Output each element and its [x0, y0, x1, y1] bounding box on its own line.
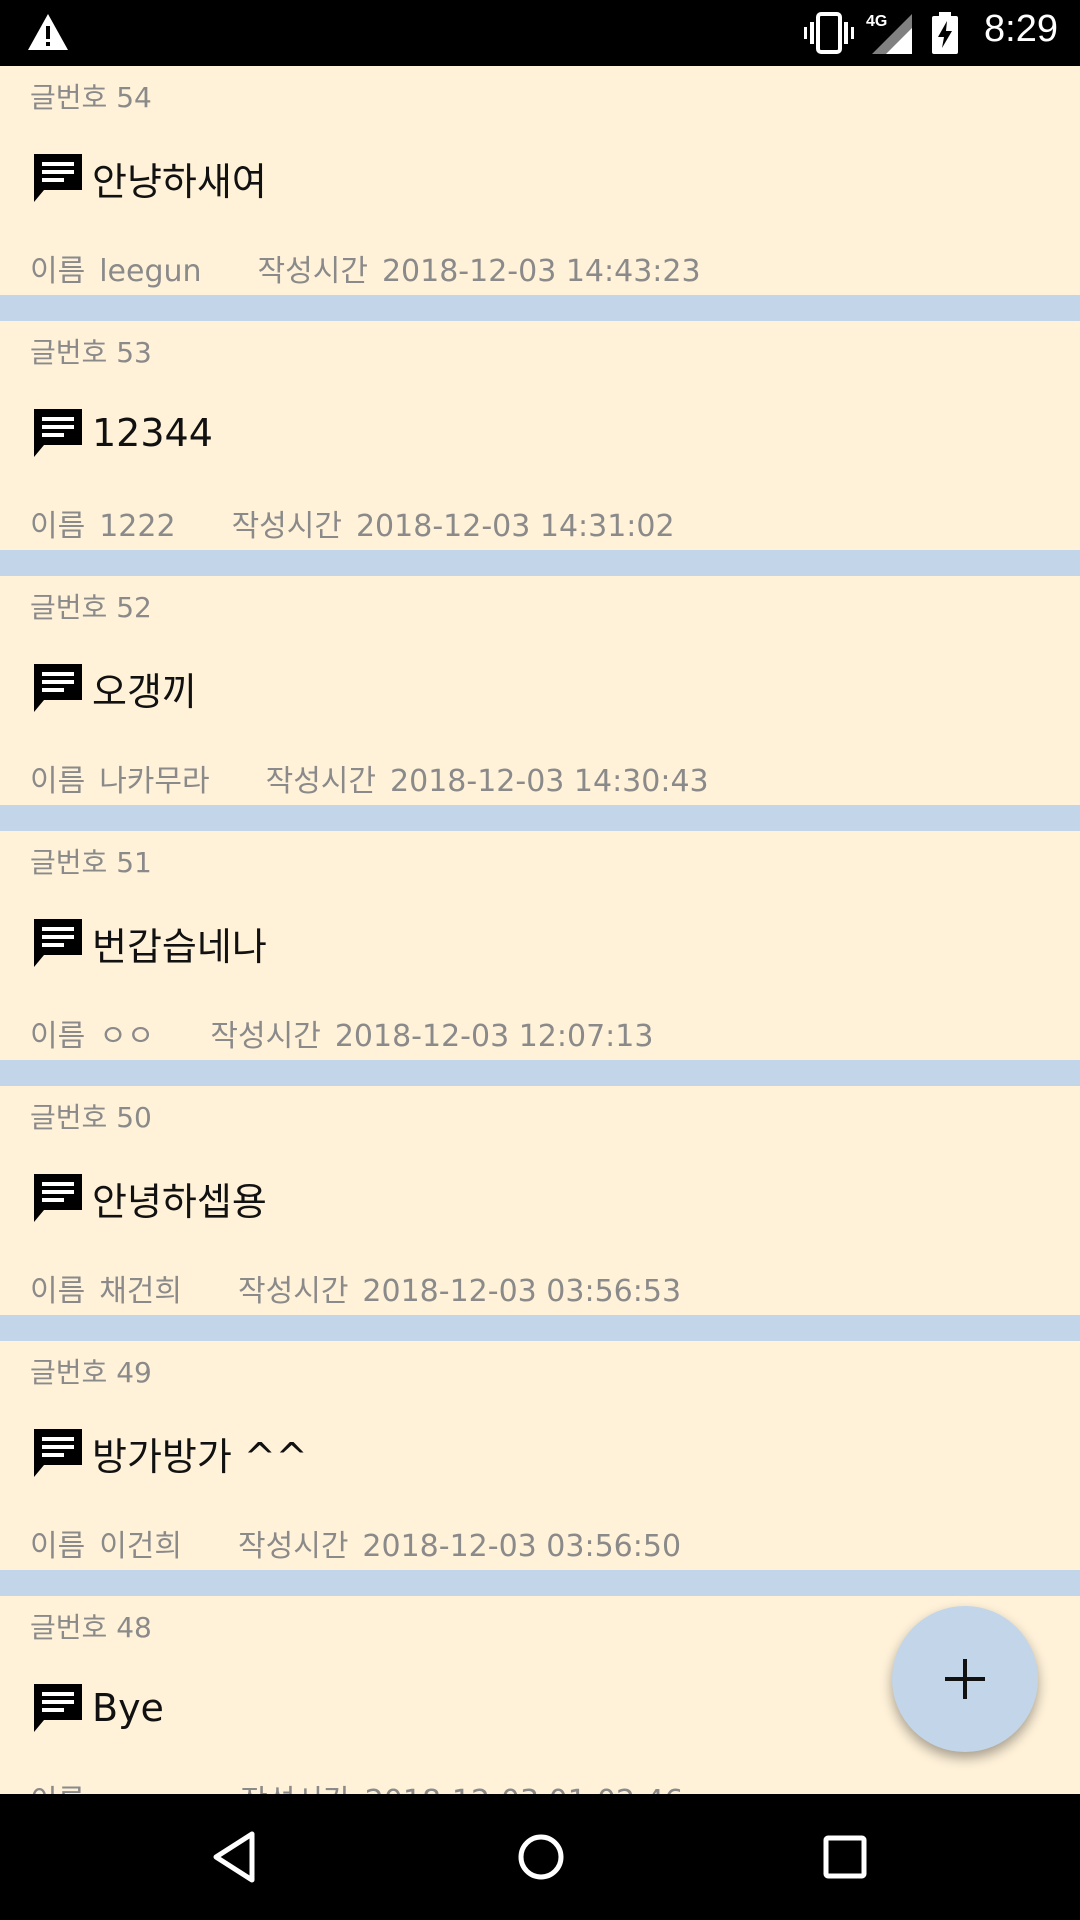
chat-bubble-icon	[34, 1684, 82, 1732]
recent-apps-icon[interactable]	[810, 1822, 880, 1892]
list-item[interactable]: 글번호 52 오갱끼 이름 나카무라 작성시간 2018-12-03 14:30:43	[0, 576, 1080, 831]
post-title-row: 방가방가 ^^	[30, 1423, 308, 1483]
time-label: 작성시간	[231, 509, 342, 544]
author-label: 이름	[30, 1529, 86, 1564]
post-title-row: 오갱끼	[30, 658, 197, 718]
post-number-label: 글번호	[30, 81, 108, 114]
chat-bubble-icon	[34, 664, 82, 712]
post-number-row: 글번호 52	[30, 586, 152, 626]
post-number-label: 글번호	[30, 846, 108, 879]
post-meta-row: 이름 이건희 작성시간 2018-12-03 03:56:50	[30, 1521, 681, 1565]
post-number: 54	[116, 81, 152, 114]
post-meta-row: 이름 채건희 작성시간 2018-12-03 03:56:53	[30, 1266, 681, 1310]
post-number-row: 글번호 49	[30, 1351, 152, 1391]
author-name: 1222	[99, 509, 176, 544]
post-number-label: 글번호	[30, 1611, 108, 1644]
chat-bubble-icon	[34, 1174, 82, 1222]
time-label: 작성시간	[257, 254, 368, 289]
time-label: 작성시간	[238, 1529, 349, 1564]
post-time: 2018-12-03 14:31:02	[355, 509, 675, 544]
post-number: 48	[116, 1611, 152, 1644]
signal-icon: 4G	[866, 13, 912, 54]
list-item[interactable]: 글번호 50 안녕하셉용 이름 채건희 작성시간 2018-12-03 03:56:5…	[0, 1086, 1080, 1341]
post-number-label: 글번호	[30, 1356, 108, 1389]
author-name: leegun	[99, 254, 202, 289]
post-number-label: 글번호	[30, 1101, 108, 1134]
status-bar: 4G 8:29	[0, 0, 1080, 66]
post-meta-row: 이름 나카무라 작성시간 2018-12-03 14:30:43	[30, 756, 709, 800]
post-number: 53	[116, 336, 152, 369]
home-icon[interactable]	[506, 1822, 576, 1892]
post-title-row: Bye	[30, 1678, 164, 1738]
post-meta-row: 이름 name 작성시간 2018-12-03 01:02:46	[30, 1776, 683, 1794]
post-number: 49	[116, 1356, 152, 1389]
post-number-label: 글번호	[30, 336, 108, 369]
author-name: 나카무라	[99, 764, 210, 799]
author-label: 이름	[30, 254, 86, 289]
post-meta-row: 이름 leegun 작성시간 2018-12-03 14:43:23	[30, 246, 701, 290]
post-title-row: 번갑습네나	[30, 913, 267, 973]
vibrate-icon	[804, 12, 854, 54]
time-label: 작성시간	[240, 1784, 350, 1794]
post-number: 50	[116, 1101, 152, 1134]
time-label: 작성시간	[210, 1019, 321, 1054]
post-meta-row: 이름 1222 작성시간 2018-12-03 14:31:02	[30, 501, 675, 545]
time-label: 작성시간	[265, 764, 377, 799]
author-name: ㅇㅇ	[99, 1019, 155, 1054]
network-type: 4G	[866, 13, 887, 30]
post-number: 52	[116, 591, 152, 624]
author-name: 채건희	[99, 1274, 183, 1309]
post-title: 안냥하새여	[92, 159, 267, 204]
chat-bubble-icon	[34, 1429, 82, 1477]
list-item[interactable]: 글번호 51 번갑습네나 이름 ㅇㅇ 작성시간 2018-12-03 12:07:13	[0, 831, 1080, 1086]
post-title: 번갑습네나	[92, 924, 267, 969]
author-name: 이건희	[99, 1529, 183, 1564]
post-list[interactable]: 글번호 54 안냥하새여 이름 leegun 작성시간 2018-12-03 14:4…	[0, 66, 1080, 1794]
chat-bubble-icon	[34, 919, 82, 967]
post-number: 51	[116, 846, 152, 879]
warning-icon	[28, 14, 68, 50]
chat-bubble-icon	[34, 154, 82, 202]
post-number-row: 글번호 50	[30, 1096, 152, 1136]
post-title: 방가방가 ^^	[92, 1434, 308, 1479]
list-item[interactable]: 글번호 53 12344 이름 1222 작성시간 2018-12-03 14:31:…	[0, 321, 1080, 576]
post-number-row: 글번호 54	[30, 76, 152, 116]
post-title-row: 안녕하셉용	[30, 1168, 267, 1228]
status-time: 8:29	[984, 8, 1058, 50]
plus-icon	[945, 1659, 985, 1699]
post-number-row: 글번호 53	[30, 331, 152, 371]
battery-charging-icon	[932, 12, 958, 54]
post-number-label: 글번호	[30, 591, 108, 624]
list-item[interactable]: 글번호 49 방가방가 ^^ 이름 이건희 작성시간 2018-12-03 03:56…	[0, 1341, 1080, 1596]
post-time: 2018-12-03 14:43:23	[381, 254, 701, 289]
post-time: 2018-12-03 03:56:50	[362, 1529, 682, 1564]
post-number-row: 글번호 51	[30, 841, 152, 881]
list-item[interactable]: 글번호 54 안냥하새여 이름 leegun 작성시간 2018-12-03 14:4…	[0, 66, 1080, 321]
post-title: 오갱끼	[92, 669, 197, 714]
author-label: 이름	[30, 1274, 86, 1309]
post-time: 2018-12-03 01:02:46	[365, 1784, 684, 1794]
chat-bubble-icon	[34, 409, 82, 457]
author-label: 이름	[30, 1019, 86, 1054]
post-time: 2018-12-03 12:07:13	[334, 1019, 654, 1054]
post-time: 2018-12-03 03:56:53	[362, 1274, 682, 1309]
add-post-button[interactable]	[892, 1606, 1038, 1752]
post-title-row: 12344	[30, 403, 213, 463]
author-name: name	[99, 1784, 184, 1794]
post-title: 안녕하셉용	[92, 1179, 267, 1224]
author-label: 이름	[30, 509, 86, 544]
time-label: 작성시간	[238, 1274, 349, 1309]
post-title-row: 안냥하새여	[30, 148, 267, 208]
author-label: 이름	[30, 1784, 85, 1794]
post-title: 12344	[92, 411, 213, 455]
back-icon[interactable]	[202, 1822, 272, 1892]
post-meta-row: 이름 ㅇㅇ 작성시간 2018-12-03 12:07:13	[30, 1011, 653, 1055]
post-time: 2018-12-03 14:30:43	[390, 764, 709, 799]
navigation-bar	[0, 1794, 1080, 1920]
author-label: 이름	[30, 764, 86, 799]
post-number-row: 글번호 48	[30, 1606, 152, 1646]
post-title: Bye	[92, 1686, 164, 1730]
